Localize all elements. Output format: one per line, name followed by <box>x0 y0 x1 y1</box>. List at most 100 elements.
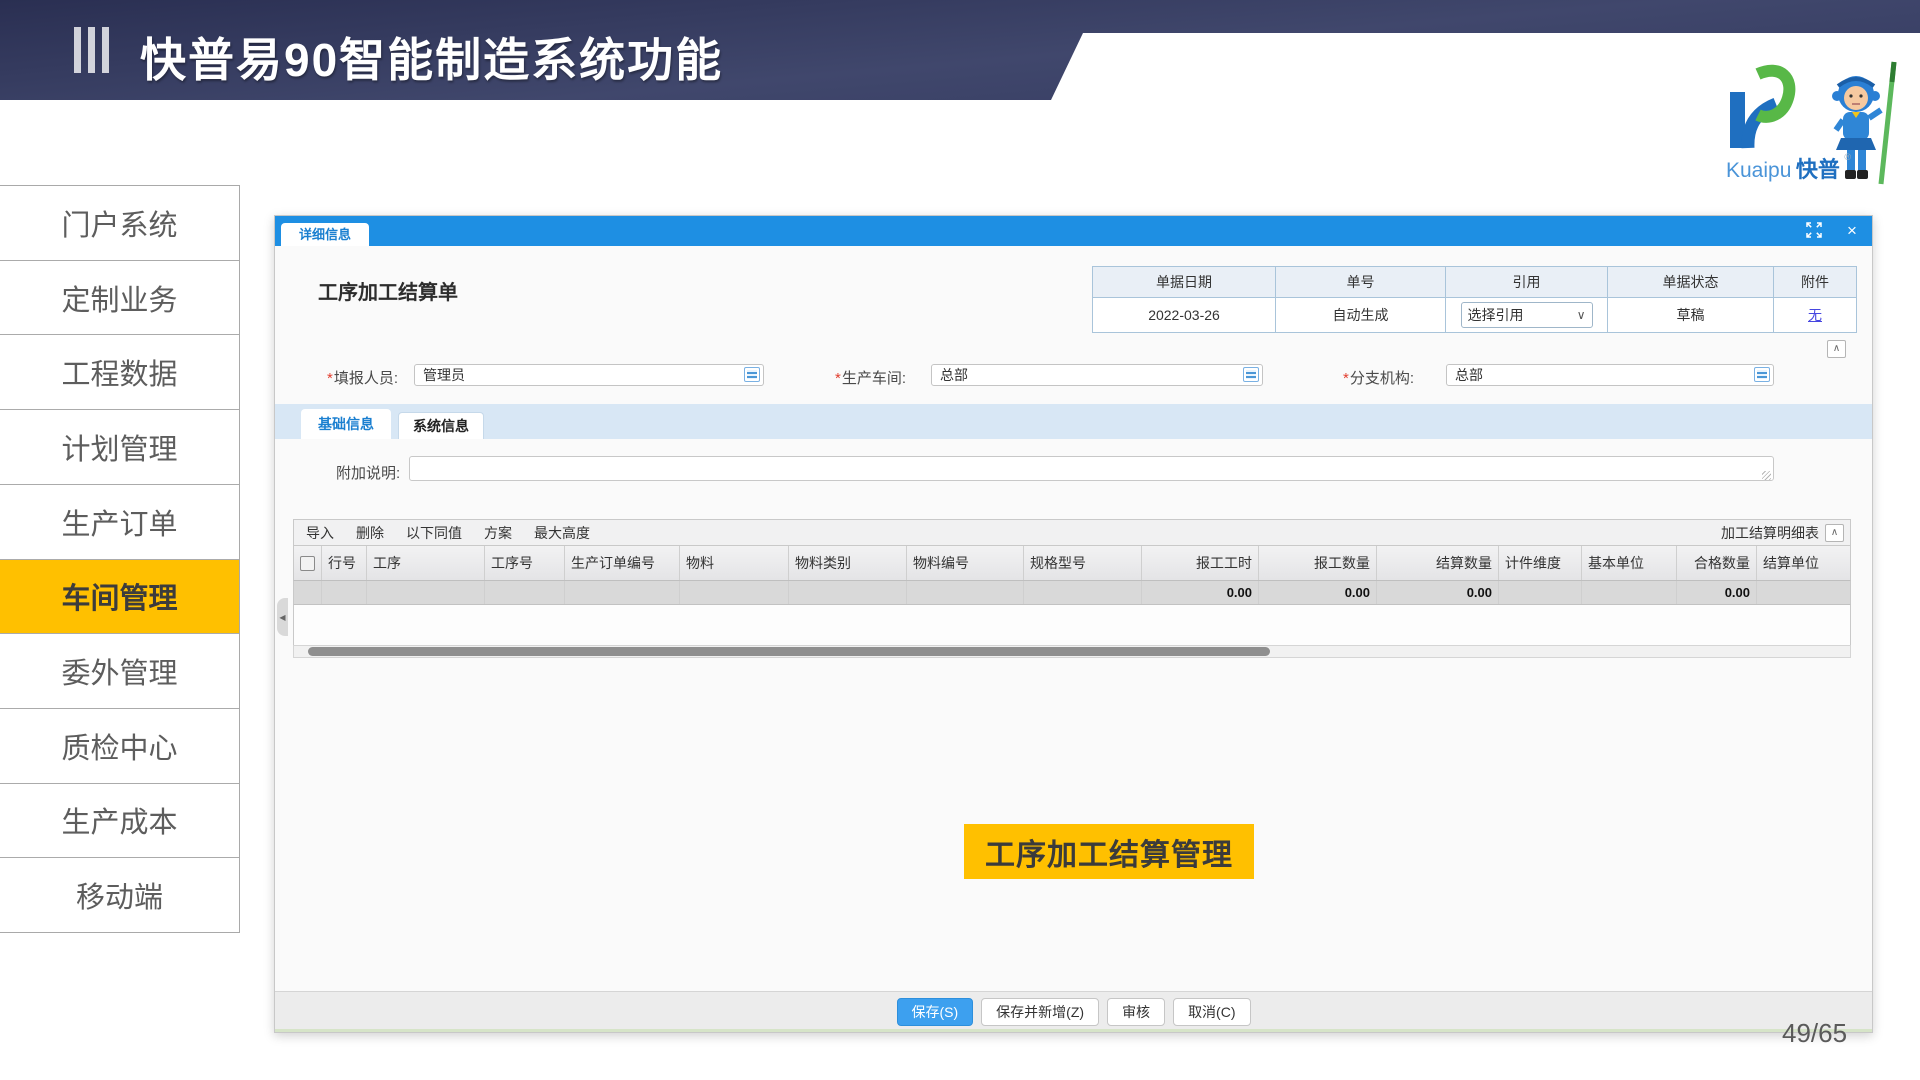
sidebar-item-portal[interactable]: 门户系统 <box>0 186 239 261</box>
note-label: 附加说明: <box>336 462 400 483</box>
tab-basic-info[interactable]: 基础信息 <box>301 409 391 439</box>
grid-toolbar: 导入 删除 以下同值 方案 最大高度 加工结算明细表 ∧ <box>293 519 1851 546</box>
header-col-docno: 单号 <box>1276 267 1445 298</box>
inner-tabstrip: 基础信息 系统信息 <box>275 404 1872 439</box>
save-and-new-button[interactable]: 保存并新增(Z) <box>981 998 1099 1026</box>
horizontal-scrollbar[interactable] <box>293 645 1851 658</box>
col-process[interactable]: 工序 <box>367 546 485 580</box>
sidebar-item-engineering-data[interactable]: 工程数据 <box>0 335 239 410</box>
toolbar-same-below-button[interactable]: 以下同值 <box>406 523 462 543</box>
required-mark: * <box>835 370 841 387</box>
header-col-reference: 引用 <box>1446 267 1607 298</box>
doc-no-value: 自动生成 <box>1276 298 1445 332</box>
col-material-no[interactable]: 物料编号 <box>907 546 1024 580</box>
document-title: 工序加工结算单 <box>318 276 458 305</box>
sidebar-menu: 门户系统 定制业务 工程数据 计划管理 生产订单 车间管理 委外管理 质检中心 … <box>0 185 240 933</box>
resize-handle-icon[interactable] <box>1762 471 1771 480</box>
sidebar-item-plan-management[interactable]: 计划管理 <box>0 410 239 485</box>
cell-reported-qty: 0.00 <box>1259 581 1377 604</box>
kuaipu-logo: Kuaipu 快普 ® <box>1724 60 1914 190</box>
sidebar-item-mobile[interactable]: 移动端 <box>0 858 239 932</box>
cell-reported-hours: 0.00 <box>1142 581 1259 604</box>
slide: 快普易90智能制造系统功能 <box>0 0 1920 1080</box>
reporter-input[interactable] <box>414 364 764 386</box>
col-piece-dimension[interactable]: 计件维度 <box>1499 546 1582 580</box>
sidebar-item-production-cost[interactable]: 生产成本 <box>0 784 239 859</box>
window-titlebar: 详细信息 × <box>275 216 1872 246</box>
col-base-unit[interactable]: 基本单位 <box>1582 546 1677 580</box>
logo-brand-cn: 快普 <box>1796 157 1840 182</box>
reference-dropdown[interactable]: 选择引用 ∨ <box>1461 302 1593 328</box>
audit-button[interactable]: 审核 <box>1107 998 1165 1026</box>
doc-date-value: 2022-03-26 <box>1093 298 1275 332</box>
toolbar-delete-button[interactable]: 删除 <box>356 523 384 543</box>
window-tab-detail[interactable]: 详细信息 <box>281 223 369 246</box>
grid-empty-area <box>293 605 1851 645</box>
reference-dropdown-value: 选择引用 <box>1468 305 1524 325</box>
toolbar-scheme-button[interactable]: 方案 <box>484 523 512 543</box>
fullscreen-icon[interactable] <box>1803 221 1825 241</box>
grid-header-row: 行号 工序 工序号 生产订单编号 物料 物料类别 物料编号 规格型号 报工工时 … <box>293 546 1851 581</box>
page-number: 49/65 <box>1782 1018 1847 1049</box>
cancel-button[interactable]: 取消(C) <box>1173 998 1250 1026</box>
select-all-checkbox[interactable] <box>300 556 315 571</box>
doc-status-value: 草稿 <box>1608 298 1773 332</box>
slide-header-banner: 快普易90智能制造系统功能 <box>0 0 1920 100</box>
slide-title: 快普易90智能制造系统功能 <box>140 24 723 90</box>
grid-data-row[interactable]: 0.00 0.00 0.00 0.00 <box>293 581 1851 605</box>
panel-collapse-handle[interactable]: ◀ <box>277 598 288 636</box>
col-settle-qty[interactable]: 结算数量 <box>1377 546 1499 580</box>
chevron-down-icon: ∨ <box>1577 308 1586 322</box>
col-row-no[interactable]: 行号 <box>322 546 367 580</box>
reporter-picker-icon[interactable] <box>744 367 760 382</box>
branch-input[interactable] <box>1446 364 1774 386</box>
field-label-workshop: *生产车间: <box>835 367 906 388</box>
col-production-order-no[interactable]: 生产订单编号 <box>565 546 680 580</box>
toolbar-max-height-button[interactable]: 最大高度 <box>534 523 590 543</box>
cell-settle-qty: 0.00 <box>1377 581 1499 604</box>
col-reported-qty[interactable]: 报工数量 <box>1259 546 1377 580</box>
col-settle-unit[interactable]: 结算单位 <box>1757 546 1850 580</box>
logo-registered-mark: ® <box>1844 152 1851 162</box>
sidebar-item-outsourcing[interactable]: 委外管理 <box>0 634 239 709</box>
col-reported-hours[interactable]: 报工工时 <box>1142 546 1259 580</box>
close-icon[interactable]: × <box>1841 221 1863 241</box>
col-material-category[interactable]: 物料类别 <box>789 546 907 580</box>
detail-grid: 导入 删除 以下同值 方案 最大高度 加工结算明细表 ∧ 行号 工序 工序号 生… <box>293 519 1851 658</box>
scrollbar-thumb[interactable] <box>308 647 1270 656</box>
document-header-table: 单据日期 2022-03-26 单号 自动生成 引用 选择引用 ∨ 单据状态 草… <box>1092 266 1857 333</box>
cell-qualified-qty: 0.00 <box>1677 581 1757 604</box>
feature-callout: 工序加工结算管理 <box>964 824 1254 879</box>
back-arrow-icon: ◀ <box>279 613 285 622</box>
bottom-button-bar: 保存(S) 保存并新增(Z) 审核 取消(C) <box>275 991 1872 1031</box>
header-col-date: 单据日期 <box>1093 267 1275 298</box>
col-qualified-qty[interactable]: 合格数量 <box>1677 546 1757 580</box>
required-mark: * <box>327 370 333 387</box>
header-col-attachment: 附件 <box>1774 267 1856 298</box>
app-window: 详细信息 × 工序加工结算单 单据日期 2022-03-26 单号 自动生成 引… <box>274 215 1873 1033</box>
required-mark: * <box>1343 370 1349 387</box>
note-input[interactable] <box>409 456 1774 481</box>
toolbar-import-button[interactable]: 导入 <box>306 523 334 543</box>
logo-brand-en: Kuaipu <box>1726 159 1791 182</box>
sidebar-item-workshop-management[interactable]: 车间管理 <box>0 560 239 635</box>
sidebar-item-quality-center[interactable]: 质检中心 <box>0 709 239 784</box>
sidebar-item-production-order[interactable]: 生产订单 <box>0 485 239 560</box>
header-col-status: 单据状态 <box>1608 267 1773 298</box>
collapse-header-icon[interactable]: ∧ <box>1827 340 1846 358</box>
window-bottom-edge <box>275 1029 1872 1032</box>
attachment-link[interactable]: 无 <box>1808 305 1822 325</box>
branch-picker-icon[interactable] <box>1754 367 1770 382</box>
sidebar-item-custom-business[interactable]: 定制业务 <box>0 261 239 336</box>
tab-system-info[interactable]: 系统信息 <box>398 412 484 439</box>
save-button[interactable]: 保存(S) <box>897 998 974 1026</box>
kuaipu-logo-text: Kuaipu 快普 ® <box>1726 152 1851 184</box>
field-label-branch: *分支机构: <box>1343 367 1414 388</box>
collapse-grid-icon[interactable]: ∧ <box>1825 524 1844 542</box>
workshop-picker-icon[interactable] <box>1243 367 1259 382</box>
triple-bar-icon <box>74 27 109 73</box>
col-spec-model[interactable]: 规格型号 <box>1024 546 1142 580</box>
workshop-input[interactable] <box>931 364 1263 386</box>
col-process-no[interactable]: 工序号 <box>485 546 565 580</box>
col-material[interactable]: 物料 <box>680 546 789 580</box>
